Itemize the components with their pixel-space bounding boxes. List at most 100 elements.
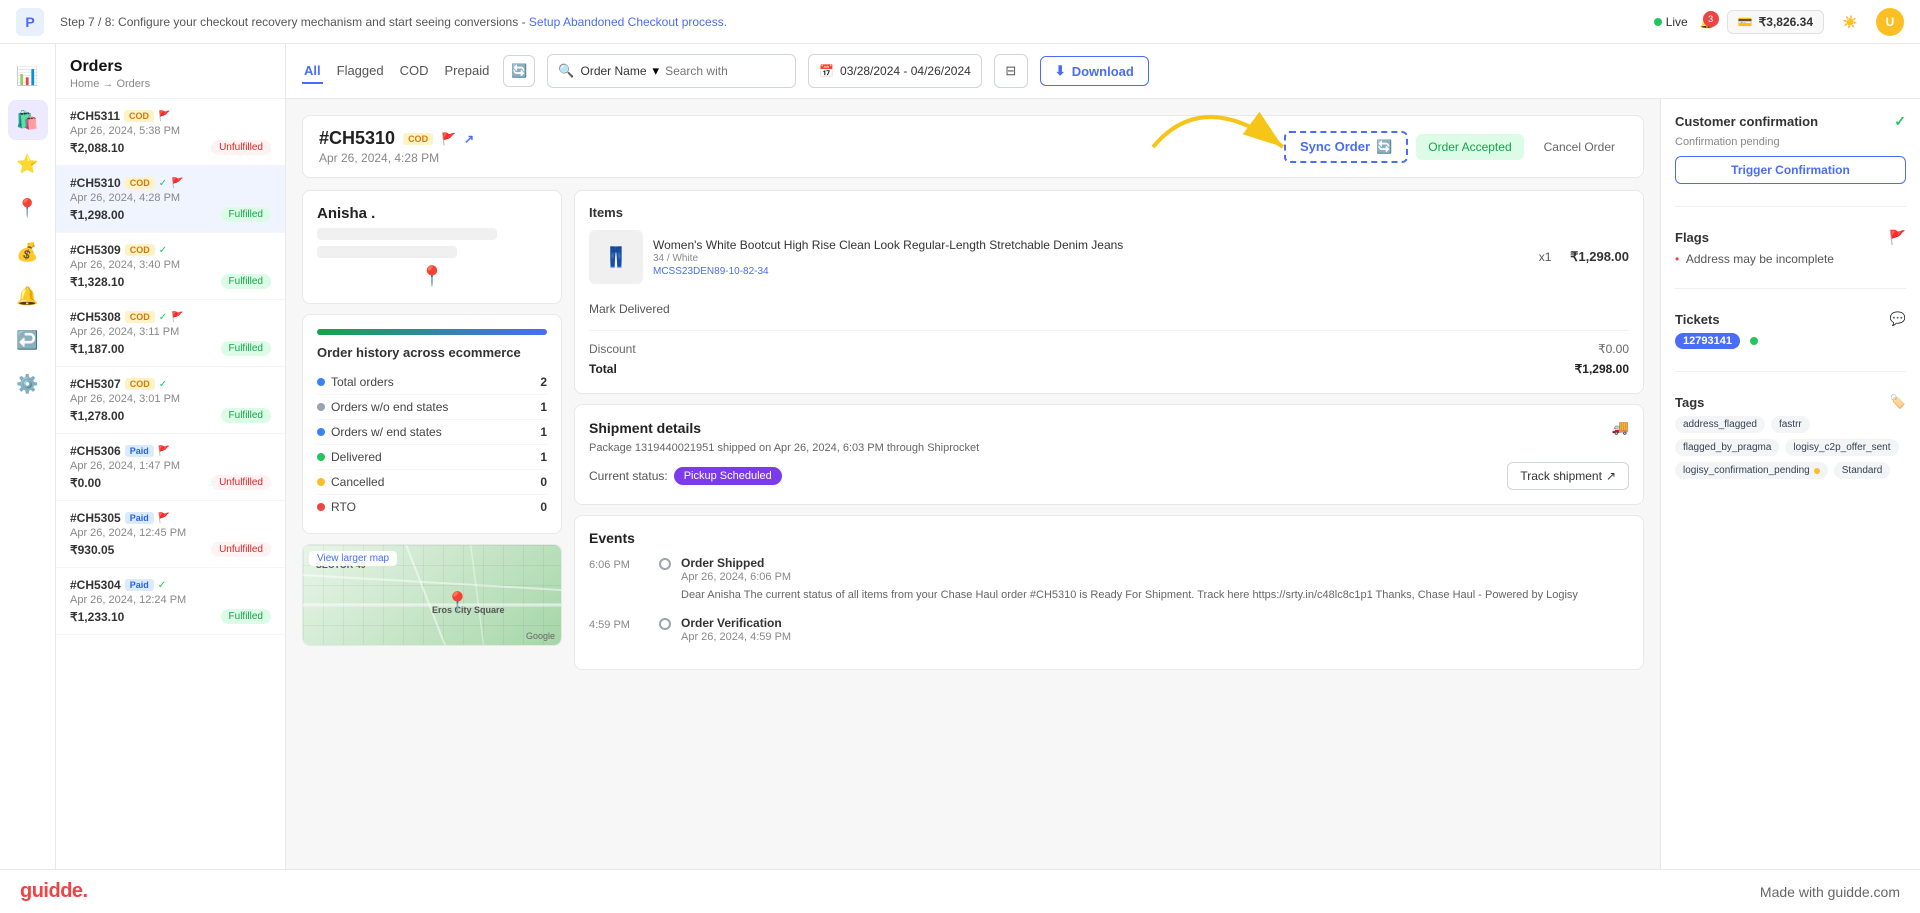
sidebar-item-finance[interactable]: 💰 — [8, 232, 48, 272]
order-item-ch5307[interactable]: #CH5307 COD ✓ Apr 26, 2024, 3:01 PM ₹1,2… — [56, 367, 285, 434]
tab-prepaid[interactable]: Prepaid — [443, 59, 492, 84]
product-size: 34 / White — [653, 253, 1520, 264]
refresh-button[interactable]: 🔄 — [503, 55, 535, 87]
paid-badge: Paid — [125, 445, 154, 457]
top-bar: P Step 7 / 8: Configure your checkout re… — [0, 0, 1920, 44]
flag-icon: 🚩 — [171, 312, 183, 323]
sync-order-button[interactable]: Sync Order 🔄 — [1284, 131, 1408, 163]
confirmation-title: Customer confirmation ✓ — [1675, 113, 1906, 130]
tab-all[interactable]: All — [302, 59, 323, 84]
tag-logisy-c2p: logisy_c2p_offer_sent — [1785, 439, 1898, 456]
order-detail-sidebar: Customer confirmation ✓ Confirmation pen… — [1660, 99, 1920, 913]
status-badge: Unfulfilled — [211, 475, 271, 490]
google-attribution: Google — [526, 631, 555, 641]
date-filter[interactable]: 📅 03/28/2024 - 04/26/2024 — [808, 54, 982, 88]
tab-flagged[interactable]: Flagged — [335, 59, 386, 84]
event-item-shipped: 6:06 PM Order Shipped Apr 26, 2024, 6:06… — [589, 556, 1629, 604]
left-col: Anisha . 📍 Order history across ecommerc… — [302, 190, 562, 670]
order-item-ch5310[interactable]: #CH5310 COD ✓ 🚩 Apr 26, 2024, 4:28 PM ₹1… — [56, 166, 285, 233]
step-text: Step 7 / 8: Configure your checkout reco… — [60, 15, 1654, 29]
customer-address-blur — [317, 246, 457, 258]
guidde-logo: guidde. — [20, 880, 88, 903]
search-input[interactable] — [665, 64, 785, 78]
detail-header: #CH5310 COD 🚩 ↗ Apr 26, 2024, 4:28 PM — [302, 115, 1644, 178]
order-date: Apr 26, 2024, 5:38 PM — [70, 125, 180, 137]
status-badge: Fulfilled — [221, 341, 271, 356]
flag-icon: 🚩 — [158, 446, 170, 457]
live-dot — [1654, 18, 1662, 26]
event-dot — [659, 618, 671, 630]
order-item-ch5309[interactable]: #CH5309 COD ✓ Apr 26, 2024, 3:40 PM ₹1,3… — [56, 233, 285, 300]
tags-section: Tags 🏷️ address_flagged fastrr flagged_b… — [1675, 394, 1906, 479]
sidebar-item-returns[interactable]: ↩️ — [8, 320, 48, 360]
map-pin: 📍 — [445, 590, 470, 615]
content-area: All Flagged COD Prepaid 🔄 🔍 Order Name ▾… — [286, 44, 1920, 913]
mark-delivered-label: Mark Delivered — [589, 302, 670, 316]
cancel-order-button[interactable]: Cancel Order — [1532, 134, 1627, 160]
sidebar-item-notifications[interactable]: 🔔 — [8, 276, 48, 316]
step-link[interactable]: Setup Abandoned Checkout process. — [529, 15, 727, 29]
order-detail-main: #CH5310 COD 🚩 ↗ Apr 26, 2024, 4:28 PM — [286, 99, 1660, 913]
main-wrap: Orders Home → Orders #CH5311 COD 🚩 Apr 2… — [56, 44, 1920, 913]
live-badge: Live — [1654, 15, 1688, 29]
trigger-confirmation-button[interactable]: Trigger Confirmation — [1675, 156, 1906, 184]
check-icon: ✓ — [159, 379, 167, 390]
history-row-rto: RTO 0 — [317, 495, 547, 519]
view-larger-map-button[interactable]: View larger map — [309, 551, 397, 566]
breadcrumb: Home → Orders — [70, 78, 271, 90]
status-badge: Fulfilled — [221, 207, 271, 222]
status-badge: Fulfilled — [221, 609, 271, 624]
download-button[interactable]: ⬇ Download — [1040, 56, 1149, 86]
sidebar-item-settings[interactable]: ⚙️ — [8, 364, 48, 404]
sidebar: 📊 🛍️ ⭐ 📍 💰 🔔 ↩️ ⚙️ — [0, 44, 56, 913]
product-info: Women's White Bootcut High Rise Clean Lo… — [653, 237, 1520, 278]
sidebar-item-locations[interactable]: 📍 — [8, 188, 48, 228]
tags-icon: 🏷️ — [1890, 394, 1906, 410]
order-item-ch5308[interactable]: #CH5308 COD ✓ 🚩 Apr 26, 2024, 3:11 PM ₹1… — [56, 300, 285, 367]
sidebar-item-orders[interactable]: 🛍️ — [8, 100, 48, 140]
check-icon: ✓ — [159, 245, 167, 256]
wallet-balance[interactable]: 💳 ₹3,826.34 — [1727, 10, 1824, 34]
order-item-ch5311[interactable]: #CH5311 COD 🚩 Apr 26, 2024, 5:38 PM ₹2,0… — [56, 99, 285, 166]
status-badge: Unfulfilled — [211, 140, 271, 155]
user-avatar[interactable]: U — [1876, 8, 1904, 36]
search-wrap: 🔍 Order Name ▾ — [547, 54, 796, 88]
event-body-shipped: Order Shipped Apr 26, 2024, 6:06 PM Dear… — [681, 556, 1629, 604]
order-accepted-button[interactable]: Order Accepted — [1416, 134, 1523, 160]
search-dropdown[interactable]: Order Name — [581, 64, 647, 78]
order-id: #CH5311 — [70, 109, 120, 123]
order-date: Apr 26, 2024, 12:45 PM — [70, 527, 186, 539]
order-date: Apr 26, 2024, 3:01 PM — [70, 393, 180, 405]
flags-section: Flags 🚩 • Address may be incomplete — [1675, 229, 1906, 266]
status-wrap: Current status: Pickup Scheduled Track s… — [589, 462, 1629, 490]
top-bar-actions: Live 🔔 3 💳 ₹3,826.34 ☀️ U — [1654, 8, 1904, 36]
customer-phone-blur — [317, 228, 497, 240]
external-link-icon[interactable]: ↗ — [464, 132, 474, 146]
order-item-ch5305[interactable]: #CH5305 Paid 🚩 Apr 26, 2024, 12:45 PM ₹9… — [56, 501, 285, 568]
tag-address-flagged: address_flagged — [1675, 416, 1765, 433]
mark-delivered-row: Mark Delivered — [589, 296, 1629, 322]
order-date: Apr 26, 2024, 4:28 PM — [70, 192, 180, 204]
tags-title: Tags 🏷️ — [1675, 394, 1906, 410]
pickup-scheduled-badge: Pickup Scheduled — [674, 467, 782, 485]
order-item-ch5306[interactable]: #CH5306 Paid 🚩 Apr 26, 2024, 1:47 PM ₹0.… — [56, 434, 285, 501]
flag-icon: 🚩 — [171, 178, 183, 189]
tab-cod[interactable]: COD — [398, 59, 431, 84]
order-amount: ₹1,187.00 — [70, 342, 124, 356]
sidebar-item-reviews[interactable]: ⭐ — [8, 144, 48, 184]
product-qty: x1 — [1530, 250, 1560, 264]
order-amount: ₹1,233.10 — [70, 610, 124, 624]
order-item-ch5304[interactable]: #CH5304 Paid ✓ Apr 26, 2024, 12:24 PM ₹1… — [56, 568, 285, 635]
tickets-section: Tickets 💬 12793141 — [1675, 311, 1906, 349]
order-id: #CH5310 — [70, 176, 121, 190]
track-shipment-button[interactable]: Track shipment ↗ — [1507, 462, 1629, 490]
map-placeholder: SECTOR 49 Eros City Square 📍 View larger… — [303, 545, 561, 645]
detail-order-id: #CH5310 COD 🚩 ↗ — [319, 128, 474, 149]
notification-button[interactable]: 🔔 3 — [1700, 15, 1715, 29]
history-row-w-end: Orders w/ end states 1 — [317, 420, 547, 445]
theme-button[interactable]: ☀️ — [1836, 8, 1864, 36]
truck-icon: 🚚 — [1612, 419, 1629, 436]
sidebar-item-analytics[interactable]: 📊 — [8, 56, 48, 96]
order-id: #CH5304 — [70, 578, 121, 592]
filter-button[interactable]: ⊟ — [994, 54, 1028, 88]
